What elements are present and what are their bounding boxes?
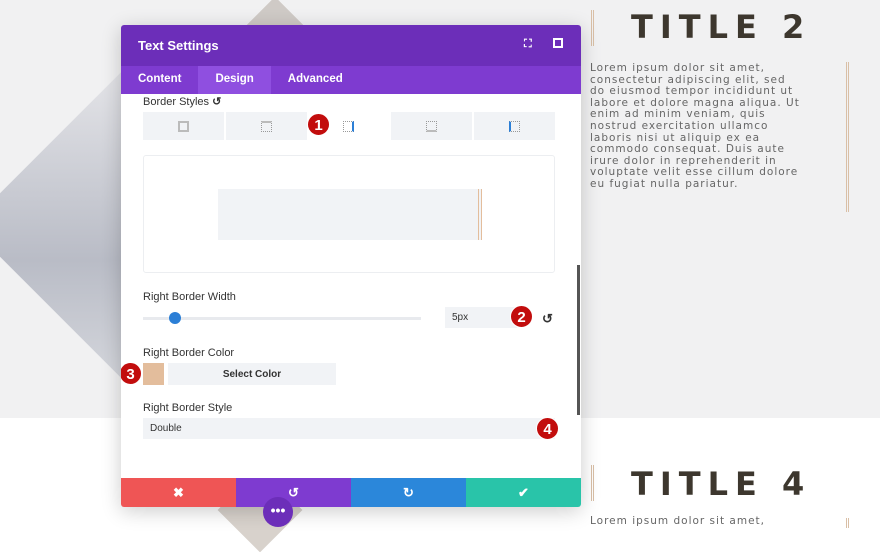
more-options-button[interactable]: ••• xyxy=(263,497,293,527)
modal-footer: ✖ ↺ ↻ ✔ xyxy=(121,478,581,507)
right-border-width-label: Right Border Width xyxy=(143,291,236,303)
border-top-icon xyxy=(260,120,272,132)
right-border-color-label: Right Border Color xyxy=(143,347,235,359)
sidebar-toggle-icon[interactable] xyxy=(553,38,563,48)
border-all-icon xyxy=(177,120,189,132)
annotation-badge: 2 xyxy=(510,305,533,328)
label-text: Border Styles xyxy=(143,96,210,108)
tab-bar: Content Design Advanced xyxy=(121,66,581,94)
right-border-width-input[interactable]: 5px xyxy=(445,307,517,328)
text-settings-modal: Text Settings ⛶ Content Design Advanced … xyxy=(121,25,581,507)
border-style-selector xyxy=(143,112,555,140)
modal-title: Text Settings xyxy=(138,38,219,53)
border-left-icon xyxy=(509,120,521,132)
body-text: Lorem ipsum dolor sit amet, consectetur … xyxy=(590,62,800,190)
reset-icon[interactable]: ↺ xyxy=(212,96,221,108)
preview-box xyxy=(218,189,482,240)
title-border xyxy=(591,465,594,501)
border-top-option[interactable] xyxy=(225,112,307,140)
slider-handle[interactable] xyxy=(169,312,181,324)
title-4: TITLE 4 xyxy=(631,465,812,503)
right-border-width-slider[interactable] xyxy=(143,317,421,320)
undo-button[interactable]: ↺ xyxy=(236,478,351,507)
title-2: TITLE 2 xyxy=(631,8,812,46)
right-border-style-select[interactable]: Double xyxy=(143,418,555,439)
save-button[interactable]: ✔ xyxy=(466,478,581,507)
border-bottom-option[interactable] xyxy=(391,112,473,140)
title-border xyxy=(591,10,594,46)
border-right-icon xyxy=(343,120,355,132)
text-right-border xyxy=(846,62,849,212)
annotation-badge: 3 xyxy=(121,362,142,385)
border-left-option[interactable] xyxy=(474,112,555,140)
cancel-button[interactable]: ✖ xyxy=(121,478,236,507)
border-preview xyxy=(143,155,555,273)
body-text: Lorem ipsum dolor sit amet, xyxy=(590,515,765,527)
scrollbar[interactable] xyxy=(577,265,580,415)
tab-content[interactable]: Content xyxy=(121,66,198,94)
modal-header: Text Settings ⛶ xyxy=(121,25,581,66)
tab-advanced[interactable]: Advanced xyxy=(271,66,360,94)
annotation-badge: 1 xyxy=(307,113,330,136)
border-all-option[interactable] xyxy=(143,112,224,140)
fullscreen-icon[interactable]: ⛶ xyxy=(524,38,536,50)
border-styles-label: Border Styles ↺ xyxy=(143,95,221,108)
annotation-badge: 4 xyxy=(536,417,559,440)
border-bottom-icon xyxy=(426,120,438,132)
reset-icon[interactable]: ↺ xyxy=(542,311,553,327)
text-right-border xyxy=(846,518,849,528)
select-color-button[interactable]: Select Color xyxy=(168,363,336,385)
right-border-style-label: Right Border Style xyxy=(143,402,233,414)
redo-button[interactable]: ↻ xyxy=(351,478,466,507)
color-swatch[interactable] xyxy=(143,363,164,385)
tab-design[interactable]: Design xyxy=(198,66,271,94)
